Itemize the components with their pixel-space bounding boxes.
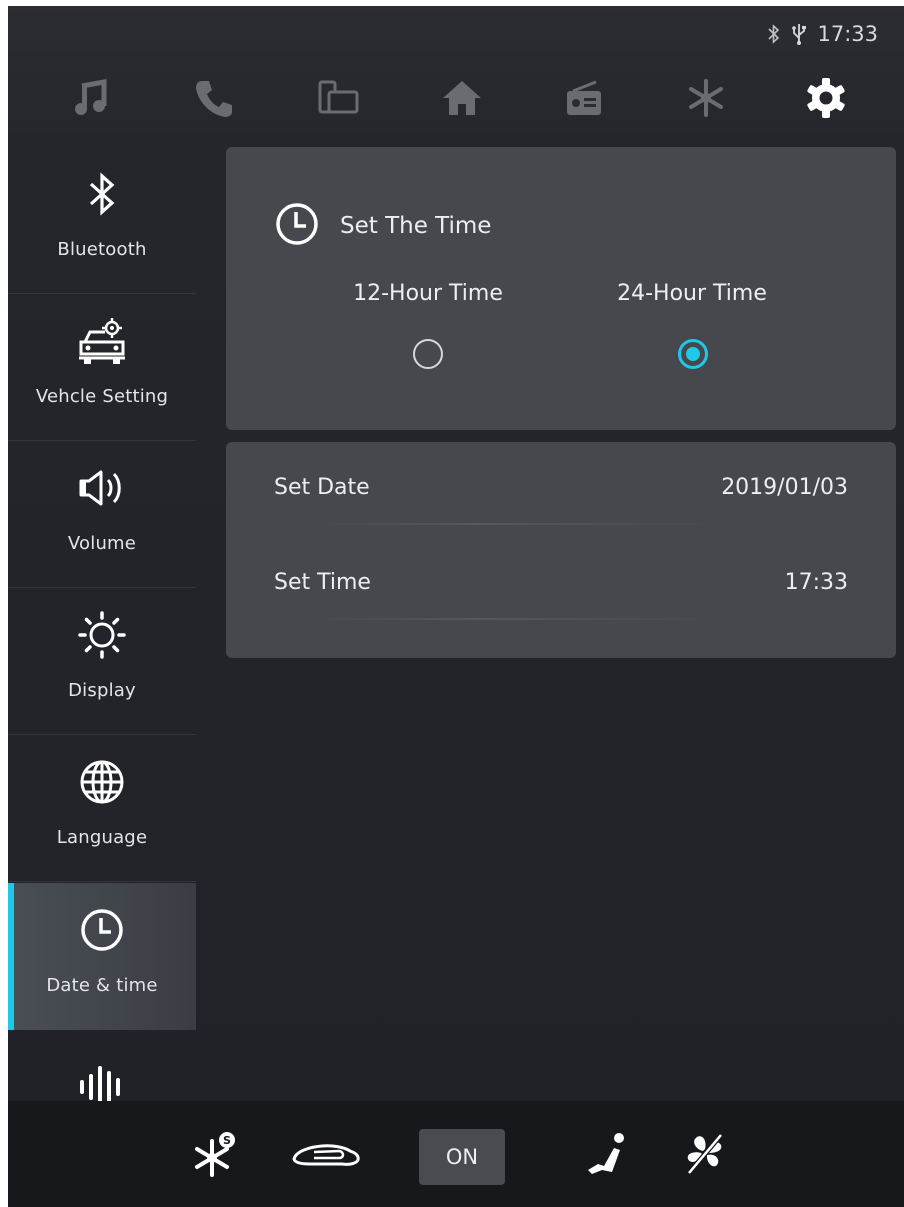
divider <box>8 881 196 882</box>
sidebar-item-bluetooth[interactable]: Bluetooth <box>8 147 196 294</box>
set-time-row[interactable]: Set Time 17:33 <box>274 550 848 620</box>
sidebar-item-label: Vehcle Setting <box>35 386 169 407</box>
ac-snowflake-icon[interactable]: S <box>193 1129 239 1179</box>
set-date-value: 2019/01/03 <box>721 475 848 500</box>
sidebar-item-label: Bluetooth <box>57 239 147 260</box>
bluetooth-icon <box>87 172 117 220</box>
sidebar-item-sound[interactable] <box>8 1030 196 1107</box>
radio-icon[interactable] <box>554 68 614 128</box>
panel-title: Set The Time <box>340 213 492 239</box>
divider <box>314 523 718 525</box>
settings-sidebar: Bluetooth Vehcle Setting Volume Display … <box>8 147 196 1107</box>
car-settings-icon <box>75 316 129 370</box>
sidebar-item-label: Date & time <box>46 975 158 996</box>
set-time-label: Set Time <box>274 570 371 595</box>
climate-bar: S ON <box>8 1101 904 1207</box>
sidebar-item-label: Language <box>56 827 148 848</box>
fan-off-icon[interactable] <box>682 1129 728 1179</box>
option-12-hour-label: 12-Hour Time <box>353 281 503 306</box>
sidebar-item-display[interactable]: Display <box>8 588 196 735</box>
sidebar-item-volume[interactable]: Volume <box>8 441 196 588</box>
phone-link-icon[interactable] <box>308 68 368 128</box>
phone-icon[interactable] <box>184 68 244 128</box>
sidebar-item-language[interactable]: Language <box>8 735 196 882</box>
sidebar-item-date-time[interactable]: Date & time <box>8 883 196 1030</box>
divider <box>314 618 718 620</box>
on-button-label: ON <box>445 1145 479 1169</box>
ac-on-button[interactable]: ON <box>419 1129 505 1185</box>
car-icon[interactable] <box>290 1129 362 1179</box>
top-navigation <box>8 68 904 128</box>
sidebar-item-label: Display <box>68 680 136 701</box>
clock-icon <box>79 907 125 957</box>
date-time-panel: Set Date 2019/01/03 Set Time 17:33 <box>226 442 896 658</box>
speaker-icon <box>77 468 127 512</box>
status-bar: 17:33 <box>767 22 878 46</box>
option-24-hour-label: 24-Hour Time <box>617 281 767 306</box>
snowflake-icon[interactable] <box>676 68 736 128</box>
home-icon[interactable] <box>432 68 492 128</box>
brightness-icon <box>77 610 127 664</box>
seat-icon[interactable] <box>582 1129 628 1179</box>
sidebar-item-label: Volume <box>67 533 137 554</box>
set-date-label: Set Date <box>274 475 370 500</box>
usb-icon <box>791 23 807 45</box>
globe-icon <box>78 758 126 810</box>
time-format-panel: Set The Time 12-Hour Time 24-Hour Time <box>226 147 896 430</box>
ac-badge-text: S <box>223 1134 231 1147</box>
bluetooth-status-icon <box>767 24 781 44</box>
status-time: 17:33 <box>817 22 878 46</box>
sidebar-item-vehicle-setting[interactable]: Vehcle Setting <box>8 294 196 441</box>
settings-icon[interactable] <box>796 68 856 128</box>
clock-icon <box>274 201 320 251</box>
music-icon[interactable] <box>60 68 120 128</box>
set-date-row[interactable]: Set Date 2019/01/03 <box>274 455 848 525</box>
head-unit-screen: 17:33 Bluetooth Vehcle Setting Volume Di… <box>8 6 904 1207</box>
set-time-value: 17:33 <box>784 570 848 595</box>
radio-24-hour[interactable] <box>678 339 708 369</box>
radio-12-hour[interactable] <box>413 339 443 369</box>
